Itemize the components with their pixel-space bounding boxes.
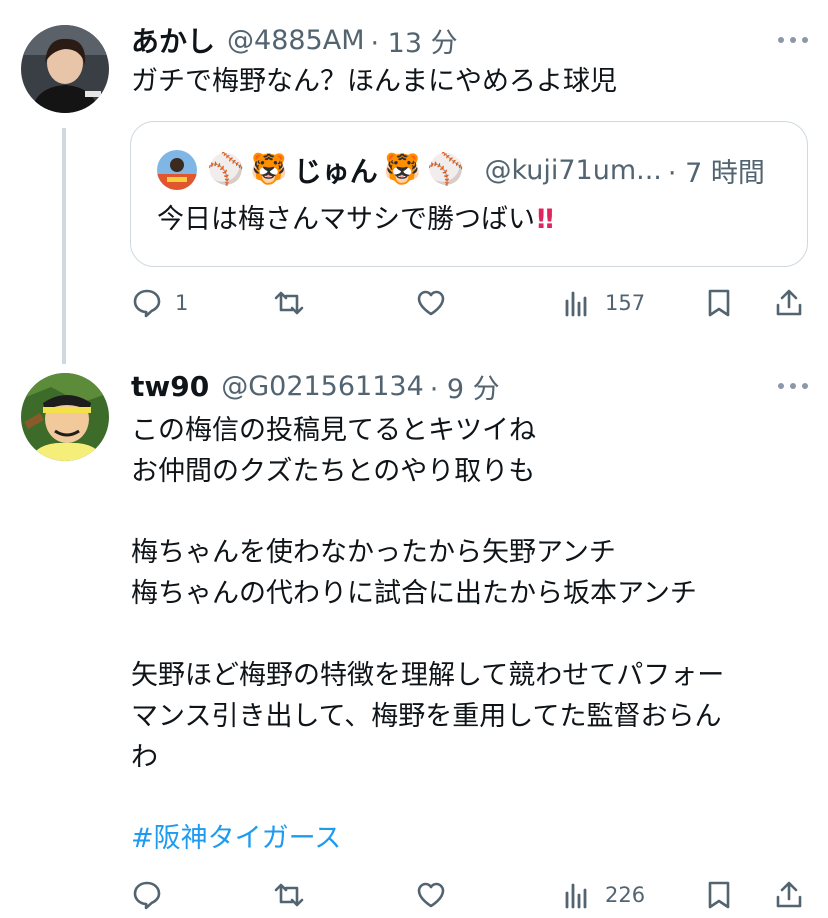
views-icon	[565, 883, 587, 909]
tweet-1[interactable]: あかし @4885AM · 13 分 ガチで梅野なん？ほんまにやめろよ球児 ⚾ …	[0, 0, 828, 340]
action-bar: 226	[0, 875, 828, 915]
timestamp[interactable]: · 13 分	[371, 21, 458, 60]
tweet-text: ガチで梅野なん？ほんまにやめろよ球児	[131, 66, 617, 97]
more-icon[interactable]	[778, 381, 808, 391]
retweet-button[interactable]	[273, 283, 317, 323]
bookmark-icon	[708, 289, 730, 317]
double-exclamation-emoji: !!	[535, 204, 556, 235]
quoted-display-name: じゅん	[293, 155, 378, 188]
avatar[interactable]	[21, 25, 109, 113]
quoted-text: 今日は梅さんマサシで勝つばい	[157, 204, 535, 235]
views-count: 226	[605, 883, 646, 907]
share-icon	[776, 881, 802, 908]
user-handle[interactable]: @4885AM	[227, 25, 364, 56]
avatar[interactable]	[21, 373, 109, 461]
quoted-timestamp: · 7 時間	[667, 157, 765, 189]
like-icon	[417, 882, 445, 908]
action-bar: 1 157	[0, 283, 828, 323]
views-button[interactable]: 157	[561, 283, 645, 323]
retweet-icon	[274, 883, 304, 907]
quoted-handle: @kuji71um...	[484, 154, 662, 186]
hashtag-link[interactable]: #阪神タイガース	[131, 819, 341, 859]
views-count: 157	[605, 291, 646, 315]
like-button[interactable]	[415, 283, 459, 323]
timestamp[interactable]: · 9 分	[430, 367, 500, 406]
retweet-icon	[274, 291, 304, 315]
quoted-tweet[interactable]: ⚾ 🐯 じゅん 🐯 ⚾ @kuji71um... · 7 時間 今日は梅さんマサ…	[130, 121, 808, 267]
tiger-emoji: 🐯	[383, 152, 422, 187]
text-line: マンス引き出して、梅野を重用してた監督おらん	[131, 701, 722, 732]
retweet-button[interactable]	[273, 875, 317, 915]
reply-count: 1	[175, 291, 189, 315]
more-icon[interactable]	[778, 35, 808, 45]
reply-button[interactable]: 1	[131, 283, 188, 323]
share-icon	[776, 289, 802, 316]
views-icon	[565, 291, 587, 317]
baseball-emoji: ⚾	[427, 152, 465, 187]
bookmark-icon	[708, 881, 730, 909]
like-button[interactable]	[415, 875, 459, 915]
text-line: わ	[131, 742, 158, 773]
display-name[interactable]: あかし	[131, 20, 215, 60]
bookmark-button[interactable]	[703, 875, 735, 915]
quoted-avatar	[157, 150, 197, 190]
bookmark-button[interactable]	[703, 283, 735, 323]
views-button[interactable]: 226	[561, 875, 645, 915]
text-line: 梅ちゃんの代わりに試合に出たから坂本アンチ	[131, 578, 697, 609]
text-line: お仲間のクズたちとのやり取りも	[131, 456, 536, 487]
text-line: 矢野ほど梅野の特徴を理解して競わせてパフォー	[131, 660, 725, 691]
text-line: 梅ちゃんを使わなかったから矢野アンチ	[131, 537, 616, 568]
share-button[interactable]	[773, 875, 805, 915]
user-handle[interactable]: @G021561134	[221, 371, 424, 402]
display-name[interactable]: tw90	[131, 370, 209, 403]
text-line: この梅信の投稿見てるとキツイね	[131, 415, 536, 446]
tweet-2[interactable]: tw90 @G021561134 · 9 分 この梅信の投稿見てるとキツイね お…	[0, 360, 828, 918]
like-icon	[417, 290, 445, 316]
baseball-emoji: ⚾	[207, 152, 245, 187]
reply-icon	[133, 289, 161, 318]
tiger-emoji: 🐯	[250, 152, 288, 187]
reply-icon	[133, 881, 161, 910]
share-button[interactable]	[773, 283, 805, 323]
reply-button[interactable]	[131, 875, 175, 915]
